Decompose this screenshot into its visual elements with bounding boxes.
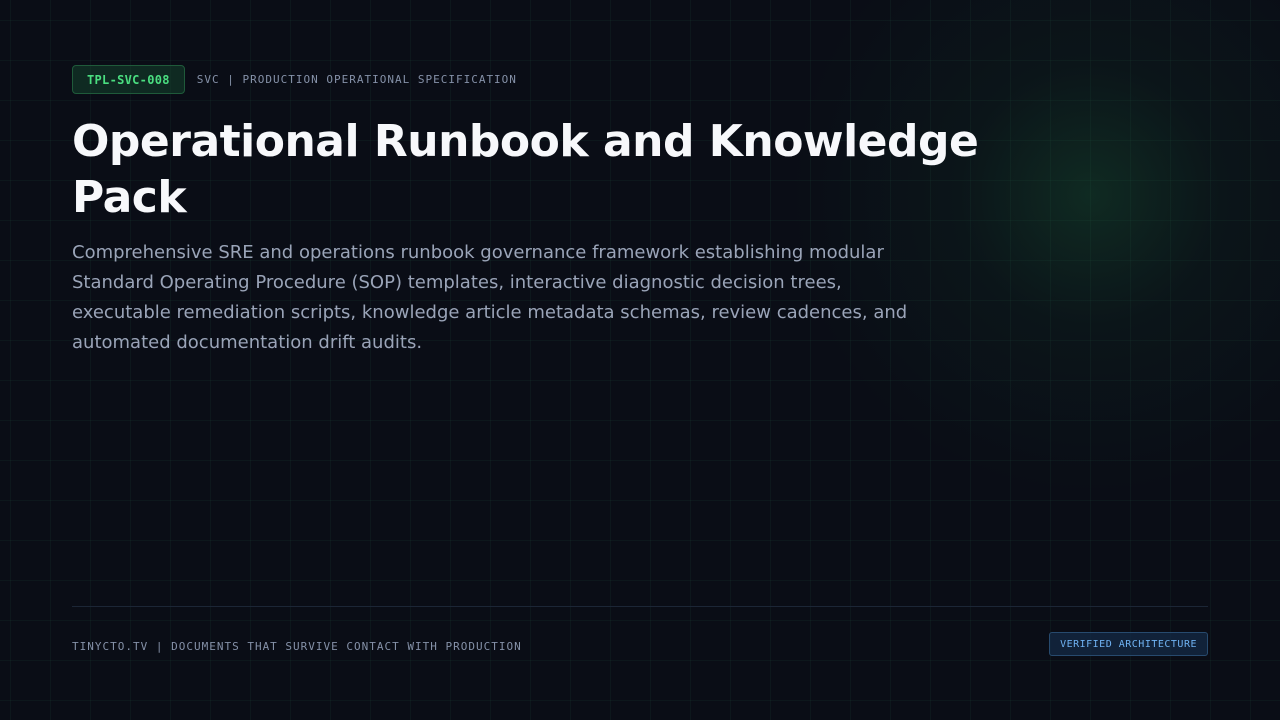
page-title: Operational Runbook and Knowledge Pack (72, 116, 979, 223)
footer-tagline: TINYCTO.TV | DOCUMENTS THAT SURVIVE CONT… (72, 640, 522, 653)
footer-divider (72, 606, 1208, 607)
document-meta: TPL-SVC-008 SVC | PRODUCTION OPERATIONAL… (72, 64, 517, 95)
document-category: SVC | PRODUCTION OPERATIONAL SPECIFICATI… (196, 73, 517, 86)
title-slide: TPL-SVC-008 SVC | PRODUCTION OPERATIONAL… (0, 0, 1280, 720)
page-description: Comprehensive SRE and operations runbook… (72, 242, 908, 353)
verified-architecture-badge: VERIFIED ARCHITECTURE (1049, 632, 1208, 656)
document-code-badge: TPL-SVC-008 (72, 65, 185, 94)
